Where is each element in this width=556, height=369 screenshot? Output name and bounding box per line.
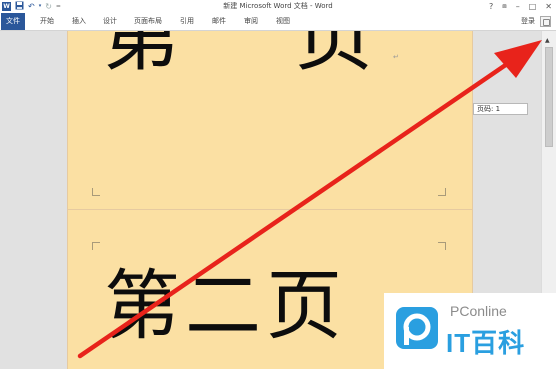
tab-insert[interactable]: 插入 [72, 15, 86, 28]
page-1[interactable]: 第页 ↵ [67, 31, 473, 234]
tab-review[interactable]: 审阅 [244, 15, 258, 28]
window-title: 新建 Microsoft Word 文档 - Word [223, 2, 333, 10]
margin-corner-mark [92, 242, 100, 250]
help-icon[interactable]: ? [489, 2, 493, 11]
ribbon-display-icon[interactable]: ⧈ [502, 2, 506, 11]
tab-mailings[interactable]: 邮件 [212, 15, 226, 28]
tab-view[interactable]: 视图 [276, 15, 290, 28]
tab-home[interactable]: 开始 [40, 15, 54, 28]
tab-file[interactable]: 文件 [1, 13, 25, 30]
pconline-logo-icon [396, 307, 438, 349]
minimize-button[interactable]: – [516, 2, 520, 11]
ribbon-tabs: 文件 开始 插入 设计 页面布局 引用 邮件 审阅 视图 登录 [0, 13, 556, 31]
margin-corner-mark [438, 188, 446, 196]
watermark-brand: PConline [450, 303, 507, 319]
close-button[interactable]: ✕ [545, 2, 552, 11]
restore-button[interactable]: □ [529, 2, 537, 11]
page-2-heading: 第二页 [104, 261, 347, 350]
tab-page-layout[interactable]: 页面布局 [134, 15, 162, 28]
collapse-ribbon-icon[interactable] [540, 16, 551, 27]
tab-design[interactable]: 设计 [103, 15, 117, 28]
page-number-tooltip: 页码: 1 [473, 103, 528, 115]
scrollbar-thumb[interactable] [545, 47, 553, 147]
watermark: PConline IT百科 [384, 293, 556, 369]
scroll-up-icon[interactable]: ▲ [545, 37, 550, 44]
watermark-name: IT百科 [446, 328, 526, 358]
margin-corner-mark [92, 188, 100, 196]
margin-corner-mark [438, 242, 446, 250]
window-controls: ? ⧈ – □ ✕ [489, 0, 552, 13]
login-link[interactable]: 登录 [521, 15, 535, 28]
paragraph-mark: ↵ [393, 53, 399, 61]
page-1-heading: 第页 [102, 31, 489, 82]
tab-references[interactable]: 引用 [180, 15, 194, 28]
title-bar: W ↶ ▾ ↻ = 新建 Microsoft Word 文档 - Word ? … [0, 0, 556, 13]
